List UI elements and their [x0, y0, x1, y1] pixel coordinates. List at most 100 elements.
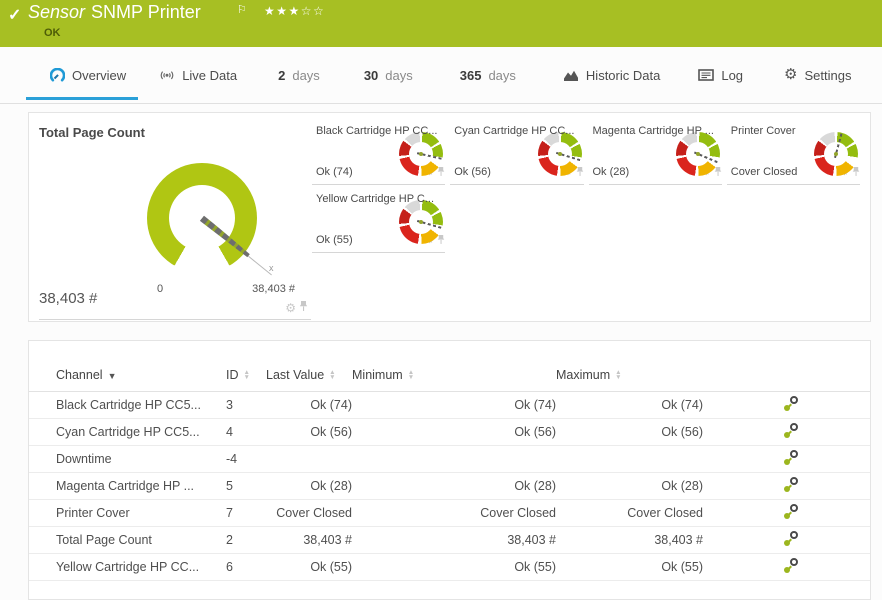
cell-minimum: Ok (74)	[352, 391, 556, 418]
cell-id: 7	[226, 499, 266, 526]
channel-settings-icon[interactable]	[783, 450, 798, 465]
wrench-ring	[790, 558, 798, 566]
tab-2-days[interactable]: 2 days	[278, 47, 320, 103]
channel-settings-icon[interactable]	[783, 477, 798, 492]
channel-settings-icon[interactable]	[783, 531, 798, 546]
cell-id: 6	[226, 553, 266, 580]
wrench-dot	[784, 486, 790, 492]
cell-last-value: Ok (55)	[266, 553, 352, 580]
main-gauge-card: Total Page Count x 0 38,403 # 38,403 # ⚙	[39, 113, 311, 320]
tab-30-days[interactable]: 30days	[364, 47, 413, 103]
channels-panel: Channel▼ID▲▼Last Value▲▼Minimum▲▼Maximum…	[28, 340, 871, 600]
tab-overview[interactable]: Overview	[50, 47, 126, 103]
table-row-cyan-cartridge-hp-cc5[interactable]: Cyan Cartridge HP CC5...4Ok (56)Ok (56)O…	[29, 418, 870, 445]
cell-minimum: Ok (56)	[352, 418, 556, 445]
tab-historic-data[interactable]: Historic Data	[563, 47, 660, 103]
cell-id: -4	[226, 445, 266, 472]
cell-channel: Magenta Cartridge HP ...	[29, 472, 226, 499]
col-header-minimum[interactable]: Minimum▲▼	[352, 359, 556, 391]
small-gauges-grid: Black Cartridge HP CC...Ok (74)⚙Cyan Car…	[312, 123, 860, 253]
wrench-ring	[790, 423, 798, 431]
gauge-scale-min: 0	[157, 283, 163, 295]
tab-label: days	[488, 68, 515, 83]
channel-settings-icon[interactable]	[783, 504, 798, 519]
tab-label: days	[292, 68, 319, 83]
col-label: ID	[226, 368, 239, 382]
small-gauge-donut	[399, 132, 443, 176]
small-gauge-donut	[676, 132, 720, 176]
cell-last-value: Ok (56)	[266, 418, 352, 445]
needle-hub-dot	[834, 152, 838, 156]
small-gauge-title: Yellow Cartridge HP C...	[316, 193, 434, 205]
cell-channel: Yellow Cartridge HP CC...	[29, 553, 226, 580]
cell-actions	[703, 391, 870, 418]
gauge-value: 38,403 #	[39, 290, 97, 307]
channel-settings-icon[interactable]	[783, 423, 798, 438]
wrench-ring	[790, 396, 798, 404]
table-row-total-page-count[interactable]: Total Page Count238,403 #38,403 #38,403 …	[29, 526, 870, 553]
cell-minimum: Cover Closed	[352, 499, 556, 526]
sensor-name: SNMP Printer	[91, 2, 201, 22]
cell-actions	[703, 445, 870, 472]
chart-icon	[563, 69, 579, 82]
table-row-printer-cover[interactable]: Printer Cover7Cover ClosedCover ClosedCo…	[29, 499, 870, 526]
small-gauge-value: Ok (28)	[593, 166, 630, 178]
flag-icon[interactable]: ⚐	[237, 3, 247, 16]
tab-log[interactable]: Log	[698, 47, 743, 103]
small-gauge-donut	[538, 132, 582, 176]
cell-maximum	[556, 445, 703, 472]
channel-settings-icon[interactable]	[783, 558, 798, 573]
channel-settings-icon[interactable]	[783, 396, 798, 411]
col-header-channel[interactable]: Channel▼	[29, 359, 226, 391]
col-header-id[interactable]: ID ▲▼	[226, 359, 266, 391]
tab-number: 2	[278, 68, 285, 83]
wrench-dot	[784, 405, 790, 411]
gear-icon[interactable]: ⚙	[285, 303, 296, 313]
wrench-ring	[790, 531, 798, 539]
wrench-dot	[784, 432, 790, 438]
small-gauge-title: Magenta Cartridge HP ...	[593, 125, 714, 137]
tab-number: 365	[460, 68, 482, 83]
table-row-yellow-cartridge-hp-cc[interactable]: Yellow Cartridge HP CC...6Ok (55)Ok (55)…	[29, 553, 870, 580]
cell-id: 4	[226, 418, 266, 445]
col-header-last-value[interactable]: Last Value▲▼	[266, 359, 352, 391]
rating-stars[interactable]: ★★★☆☆	[264, 4, 325, 18]
tab-settings[interactable]: ⚙Settings	[784, 47, 851, 103]
wrench-dot	[784, 513, 790, 519]
sort-both-icon: ▲▼	[329, 370, 335, 380]
log-icon	[698, 69, 714, 81]
gauge-scale-max: 38,403 #	[252, 283, 295, 295]
cell-last-value: 38,403 #	[266, 526, 352, 553]
cell-maximum: Ok (55)	[556, 553, 703, 580]
cell-actions	[703, 499, 870, 526]
cell-maximum: Ok (56)	[556, 418, 703, 445]
cell-actions	[703, 553, 870, 580]
wrench-dot	[784, 540, 790, 546]
channels-table: Channel▼ID▲▼Last Value▲▼Minimum▲▼Maximum…	[29, 359, 870, 581]
cell-channel: Cyan Cartridge HP CC5...	[29, 418, 226, 445]
col-label: Minimum	[352, 368, 403, 382]
col-header-maximum[interactable]: Maximum▲▼	[556, 359, 703, 391]
table-row-magenta-cartridge-hp[interactable]: Magenta Cartridge HP ...5Ok (28)Ok (28)O…	[29, 472, 870, 499]
pin-icon[interactable]	[299, 299, 308, 317]
tab-live-data[interactable]: Live Data	[159, 47, 237, 103]
gauge-icon	[50, 68, 65, 83]
tab-label: Overview	[72, 68, 126, 83]
tab-label: Settings	[805, 68, 852, 83]
tab-365-days[interactable]: 365 days	[460, 47, 516, 103]
table-header-row: Channel▼ID▲▼Last Value▲▼Minimum▲▼Maximum…	[29, 359, 870, 391]
table-row-downtime[interactable]: Downtime-4	[29, 445, 870, 472]
table-row-black-cartridge-hp-cc5[interactable]: Black Cartridge HP CC5...3Ok (74)Ok (74)…	[29, 391, 870, 418]
cell-channel: Printer Cover	[29, 499, 226, 526]
small-gauge-value: Ok (55)	[316, 234, 353, 246]
sort-both-icon: ▲▼	[244, 370, 250, 380]
cell-maximum: Cover Closed	[556, 499, 703, 526]
cell-last-value: Ok (74)	[266, 391, 352, 418]
gauge-card-magenta-cartridge-hp: Magenta Cartridge HP ...Ok (28)⚙	[589, 123, 722, 185]
sensor-header: ✓ SensorSNMP Printer ⚐ ★★★☆☆ OK	[0, 0, 882, 47]
table-body: Black Cartridge HP CC5...3Ok (74)Ok (74)…	[29, 391, 870, 580]
small-gauge-value: Cover Closed	[731, 166, 798, 178]
cell-actions	[703, 418, 870, 445]
tab-number: 30	[364, 68, 378, 83]
sensor-status: OK	[44, 27, 61, 39]
